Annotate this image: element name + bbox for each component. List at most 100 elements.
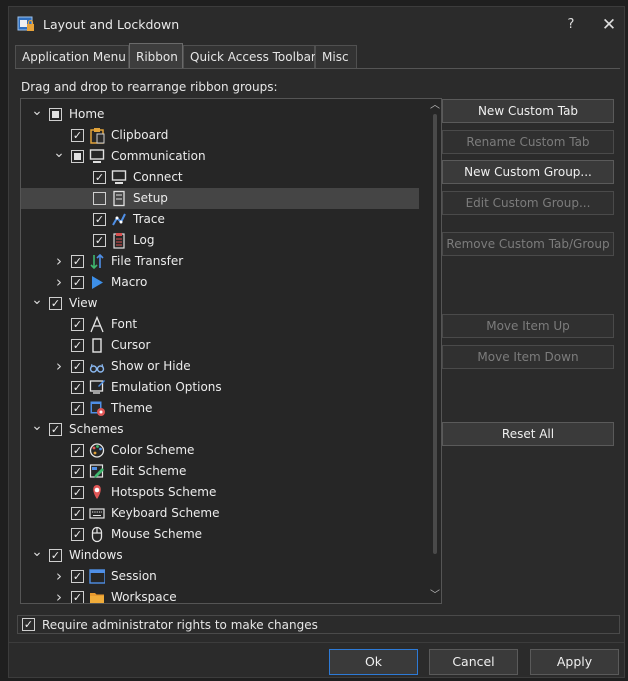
tree-item-workspace[interactable]: › ✓ Workspace — [21, 587, 419, 604]
tree-item-macro[interactable]: › ✓ Macro — [21, 272, 419, 293]
tree-item-mouse-scheme[interactable]: ✓ Mouse Scheme — [21, 524, 419, 545]
expand-chevron-icon[interactable]: › — [53, 566, 65, 587]
tree-scrollbar[interactable]: ︿ ﹀ — [430, 100, 440, 602]
tree-item-trace[interactable]: ✓ Trace — [21, 209, 419, 230]
emulation-icon — [89, 380, 105, 394]
rename-custom-tab-button[interactable]: Rename Custom Tab — [442, 130, 614, 154]
tab-divider — [15, 68, 620, 69]
tree-item-session[interactable]: › ✓ Session — [21, 566, 419, 587]
tree-item-label: Edit Scheme — [111, 464, 187, 478]
remove-custom-tab-group-button[interactable]: Remove Custom Tab/Group — [442, 232, 614, 256]
tree-item-label: Schemes — [69, 422, 124, 436]
scroll-thumb[interactable] — [433, 114, 437, 554]
tree-item-setup[interactable]: Setup — [21, 188, 419, 209]
item-checkbox[interactable]: ✓ — [71, 507, 84, 520]
item-checkbox[interactable]: ✓ — [71, 528, 84, 541]
tab-application-menu[interactable]: Application Menu — [15, 45, 129, 68]
expand-chevron-icon[interactable]: › — [53, 251, 65, 272]
help-button[interactable]: ? — [559, 13, 583, 37]
expand-chevron-icon[interactable]: › — [53, 356, 65, 377]
item-checkbox[interactable]: ✓ — [71, 318, 84, 331]
collapse-chevron-icon[interactable]: ⌄ — [31, 419, 43, 440]
clipboard-icon — [90, 128, 105, 144]
ribbon-instructions: Drag and drop to rearrange ribbon groups… — [21, 80, 278, 94]
tree-item-connect[interactable]: ✓ Connect — [21, 167, 419, 188]
edit-custom-group-button[interactable]: Edit Custom Group... — [442, 191, 614, 215]
item-checkbox[interactable]: ✓ — [71, 129, 84, 142]
item-checkbox[interactable]: ✓ — [93, 234, 106, 247]
cancel-button[interactable]: Cancel — [429, 649, 518, 675]
tree-item-file-transfer[interactable]: › ✓ File Transfer — [21, 251, 419, 272]
tree-item-label: Connect — [133, 170, 183, 184]
item-checkbox[interactable]: ✓ — [71, 276, 84, 289]
theme-icon — [90, 401, 105, 416]
tree-item-label: Cursor — [111, 338, 151, 352]
tree-item-color-scheme[interactable]: ✓ Color Scheme — [21, 440, 419, 461]
item-checkbox[interactable]: ✓ — [71, 591, 84, 603]
tree-item-home[interactable]: ⌄ Home — [21, 104, 419, 125]
window-title: Layout and Lockdown — [43, 17, 180, 32]
require-admin-option[interactable]: ✓ Require administrator rights to make c… — [17, 615, 620, 634]
font-icon — [90, 316, 104, 333]
tree-item-label: Setup — [133, 191, 168, 205]
reset-all-button[interactable]: Reset All — [442, 422, 614, 446]
scroll-down-icon[interactable]: ﹀ — [430, 590, 440, 602]
expand-chevron-icon[interactable]: › — [53, 272, 65, 293]
tree-item-windows[interactable]: ⌄ ✓ Windows — [21, 545, 419, 566]
require-admin-checkbox[interactable]: ✓ — [22, 618, 35, 631]
new-custom-tab-button[interactable]: New Custom Tab — [442, 99, 614, 123]
tab-misc[interactable]: Misc — [315, 45, 357, 68]
trace-icon — [112, 213, 126, 226]
tree-item-font[interactable]: ✓ Font — [21, 314, 419, 335]
tree-item-communication[interactable]: ⌄ Communication — [21, 146, 419, 167]
item-checkbox[interactable]: ✓ — [71, 381, 84, 394]
tree-item-label: Workspace — [111, 590, 177, 604]
close-button[interactable]: ✕ — [597, 13, 621, 37]
apply-button[interactable]: Apply — [530, 649, 619, 675]
tree-item-label: Communication — [111, 149, 206, 163]
tree-item-theme[interactable]: ✓ Theme — [21, 398, 419, 419]
tree-item-clipboard[interactable]: ✓ Clipboard — [21, 125, 419, 146]
tree-item-show-or-hide[interactable]: › ✓ Show or Hide — [21, 356, 419, 377]
move-item-up-button[interactable]: Move Item Up — [442, 314, 614, 338]
item-checkbox[interactable]: ✓ — [49, 549, 62, 562]
collapse-chevron-icon[interactable]: ⌄ — [31, 104, 43, 125]
item-checkbox[interactable]: ✓ — [93, 213, 106, 226]
tab-quick-access-toolbar[interactable]: Quick Access Toolbar — [183, 45, 316, 68]
item-checkbox[interactable]: ✓ — [71, 486, 84, 499]
item-checkbox[interactable]: ✓ — [71, 444, 84, 457]
tree-item-hotspots-scheme[interactable]: ✓ Hotspots Scheme — [21, 482, 419, 503]
ok-button[interactable]: Ok — [329, 649, 418, 675]
item-checkbox[interactable] — [93, 192, 106, 205]
item-checkbox[interactable]: ✓ — [71, 339, 84, 352]
tree-item-keyboard-scheme[interactable]: ✓ Keyboard Scheme — [21, 503, 419, 524]
tree-item-emulation-options[interactable]: ✓ Emulation Options — [21, 377, 419, 398]
item-checkbox[interactable]: ✓ — [49, 297, 62, 310]
item-checkbox[interactable]: ✓ — [71, 570, 84, 583]
move-item-down-button[interactable]: Move Item Down — [442, 345, 614, 369]
tree-item-view[interactable]: ⌄ ✓ View — [21, 293, 419, 314]
tree-item-cursor[interactable]: ✓ Cursor — [21, 335, 419, 356]
tab-ribbon[interactable]: Ribbon — [129, 43, 183, 69]
tree-item-edit-scheme[interactable]: ✓ Edit Scheme — [21, 461, 419, 482]
item-checkbox[interactable]: ✓ — [71, 360, 84, 373]
expand-chevron-icon[interactable]: › — [53, 587, 65, 603]
tree-item-log[interactable]: ✓ Log — [21, 230, 419, 251]
item-checkbox[interactable] — [71, 150, 84, 163]
tree-item-schemes[interactable]: ⌄ ✓ Schemes — [21, 419, 419, 440]
layout-lock-icon — [17, 16, 34, 31]
item-checkbox[interactable]: ✓ — [71, 465, 84, 478]
item-checkbox[interactable]: ✓ — [49, 423, 62, 436]
tree-item-label: Windows — [69, 548, 123, 562]
ribbon-group-tree[interactable]: ︿ ﹀ ⌄ Home ✓ Clipboard ⌄ Communication ✓ Connec… — [20, 98, 442, 604]
item-checkbox[interactable]: ✓ — [71, 255, 84, 268]
new-custom-group-button[interactable]: New Custom Group... — [442, 160, 614, 184]
collapse-chevron-icon[interactable]: ⌄ — [53, 146, 65, 167]
item-checkbox[interactable]: ✓ — [93, 171, 106, 184]
tree-item-label: Color Scheme — [111, 443, 195, 457]
scroll-up-icon[interactable]: ︿ — [430, 100, 440, 112]
collapse-chevron-icon[interactable]: ⌄ — [31, 293, 43, 314]
item-checkbox[interactable]: ✓ — [71, 402, 84, 415]
item-checkbox[interactable] — [49, 108, 62, 121]
collapse-chevron-icon[interactable]: ⌄ — [31, 545, 43, 566]
